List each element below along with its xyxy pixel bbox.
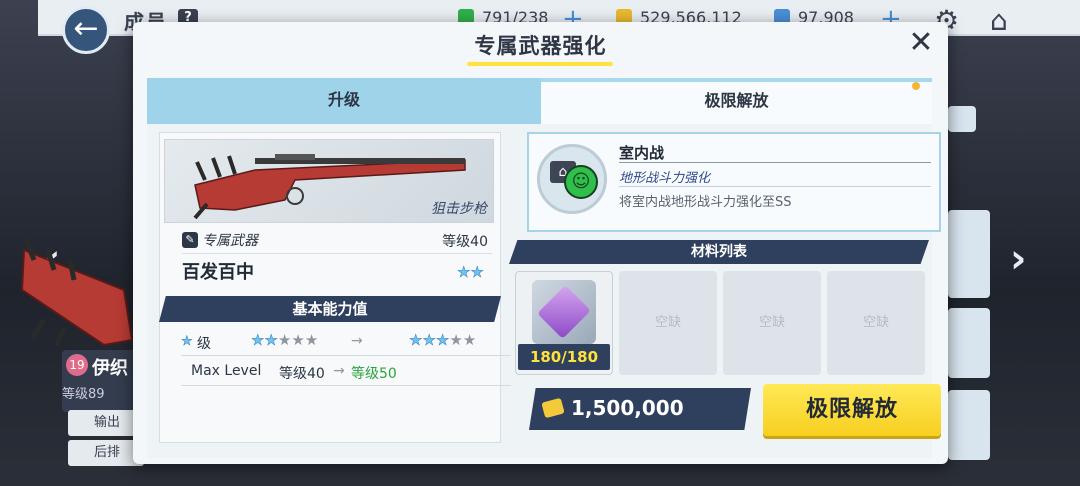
cost-value: 1,500,000	[571, 396, 684, 420]
back-button[interactable]: ←	[62, 6, 110, 54]
character-level-badge: 19	[66, 354, 88, 376]
materials-header: 材料列表	[509, 240, 929, 264]
exclusive-weapon-icon: ✎	[182, 232, 198, 248]
tab-limit-break[interactable]: 极限解放	[541, 78, 932, 124]
limit-break-button[interactable]: 极限解放	[763, 384, 941, 436]
background-rifle-image	[20, 239, 134, 348]
notification-dot	[912, 82, 920, 90]
stat-row-max-level: Max Level 等级40 → 等级50	[181, 358, 511, 386]
star-icon: ★	[181, 334, 193, 350]
weapon-level: 等级40	[442, 234, 488, 250]
material-slot-empty: 空缺	[723, 271, 821, 375]
weapon-name: 百发百中	[182, 262, 254, 283]
weapon-enhance-dialog: 专属武器强化 ✕ 升级 极限解放 狙击步枪 ✎ 专属武器 等级40 百发百中 ★…	[133, 22, 948, 464]
skill-panel: ⌂ ☺ 室内战 地形战斗力强化 将室内战地形战斗力强化至SS	[527, 132, 941, 232]
tab-content: 狙击步枪 ✎ 专属武器 等级40 百发百中 ★★ 基本能力值 ★ 级 ★★★★★…	[147, 124, 941, 458]
material-slot-empty: 空缺	[619, 271, 717, 375]
cost-display: 1,500,000	[529, 388, 751, 430]
skill-subtitle: 地形战斗力强化	[619, 171, 711, 186]
close-button[interactable]: ✕	[905, 28, 937, 60]
stat-label: Max Level	[191, 363, 262, 379]
tab-upgrade[interactable]: 升级	[147, 78, 541, 124]
side-card[interactable]	[948, 308, 990, 378]
divider	[619, 162, 931, 163]
title-underline	[467, 62, 613, 66]
home-icon[interactable]: ⌂	[990, 4, 1008, 37]
smiley-sunglasses-icon: ☺	[564, 165, 598, 199]
side-card[interactable]	[948, 390, 990, 460]
weapon-stars: ★★	[457, 262, 484, 281]
stat-old-value: 等级40	[279, 366, 325, 382]
skill-icon: ⌂ ☺	[537, 144, 607, 214]
material-gem-icon	[532, 280, 596, 344]
stat-new-value: 等级50	[351, 366, 397, 382]
weapon-tag-row: ✎ 专属武器 等级40	[182, 226, 492, 254]
skill-name: 室内战	[619, 144, 665, 162]
weapon-type-label: 狙击步枪	[431, 201, 487, 217]
character-level: 等级89	[62, 387, 105, 402]
character-name: 伊织	[92, 358, 128, 379]
arrow-icon: →	[351, 333, 363, 349]
skill-description: 将室内战地形战斗力强化至SS	[619, 195, 792, 210]
weapon-image: 狙击步枪	[164, 139, 494, 223]
star-icon: ★	[470, 263, 484, 281]
material-slot-empty: 空缺	[827, 271, 925, 375]
basic-stats-header: 基本能力值	[159, 296, 501, 322]
side-card	[948, 106, 976, 132]
side-card[interactable]	[948, 210, 990, 298]
next-arrow-icon[interactable]: ›	[1010, 236, 1026, 282]
star-icon: ★	[457, 263, 471, 281]
arrow-icon: →	[333, 363, 345, 379]
material-count: 180/180	[518, 344, 610, 370]
material-slot[interactable]: 180/180	[515, 271, 613, 375]
new-stars: ★★★★★	[409, 331, 477, 349]
weapon-tag: 专属武器	[202, 233, 258, 249]
old-stars: ★★★★★	[251, 331, 319, 349]
divider	[619, 186, 931, 187]
stat-label: 级	[197, 336, 211, 352]
gold-ticket-icon	[541, 397, 565, 419]
dialog-title: 专属武器强化	[474, 34, 607, 58]
tab-bar: 升级 极限解放	[147, 78, 932, 124]
stat-row-stars: ★ 级 ★★★★★ → ★★★★★	[181, 328, 511, 356]
